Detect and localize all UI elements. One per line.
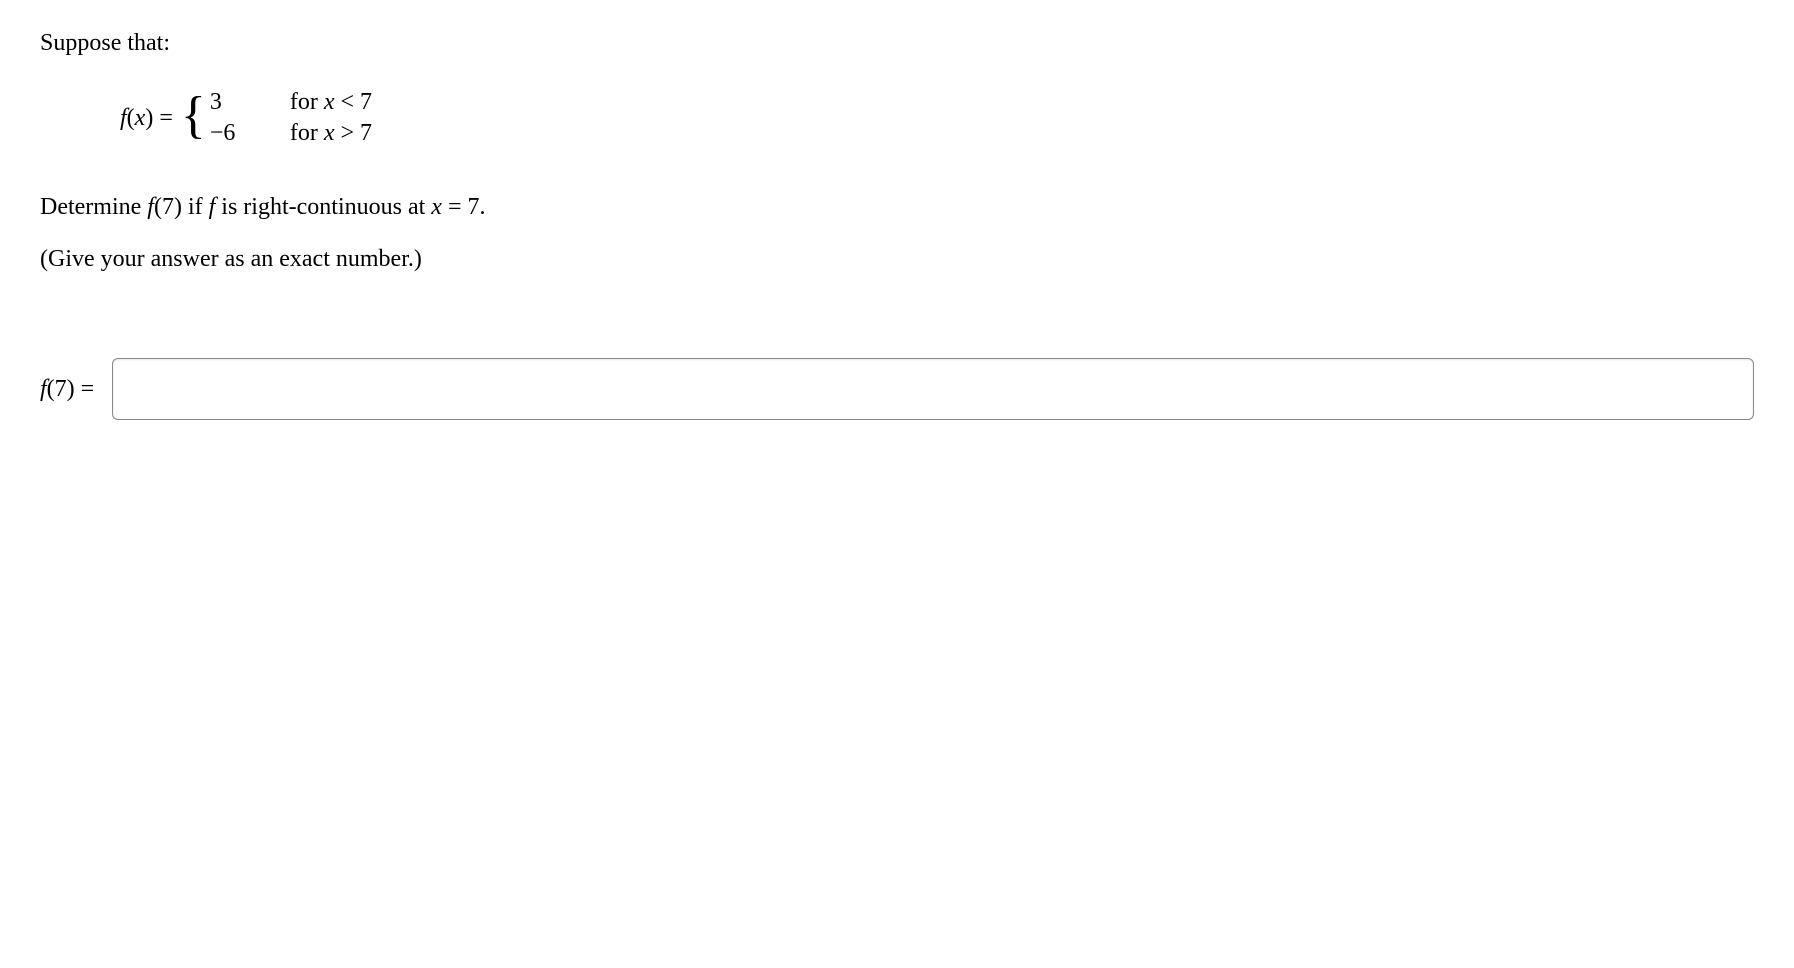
equals-sign: = — [153, 105, 173, 131]
case-row-2: −6 for x > 7 — [210, 118, 372, 149]
case-condition-1: for x < 7 — [290, 87, 372, 118]
answer-input[interactable] — [112, 358, 1754, 420]
case-value-1: 3 — [210, 87, 270, 118]
cases-block: 3 for x < 7 −6 for x > 7 — [210, 87, 372, 149]
case-value-2: −6 — [210, 118, 270, 149]
intro-text: Suppose that: — [40, 30, 1754, 57]
function-lhs: f(x) = — [120, 105, 173, 132]
left-brace: { — [181, 90, 206, 142]
answer-row: f(7) = — [40, 358, 1754, 420]
case-condition-2: for x > 7 — [290, 118, 372, 149]
instruction-text: (Give your answer as an exact number.) — [40, 246, 1754, 273]
question-text: Determine f(7) if f is right-continuous … — [40, 194, 1754, 221]
function-f: f — [120, 105, 127, 131]
case-row-1: 3 for x < 7 — [210, 87, 372, 118]
piecewise-function: f(x) = { 3 for x < 7 −6 for x > 7 — [120, 87, 1754, 149]
function-x: x — [135, 105, 146, 131]
answer-label: f(7) = — [40, 376, 94, 403]
